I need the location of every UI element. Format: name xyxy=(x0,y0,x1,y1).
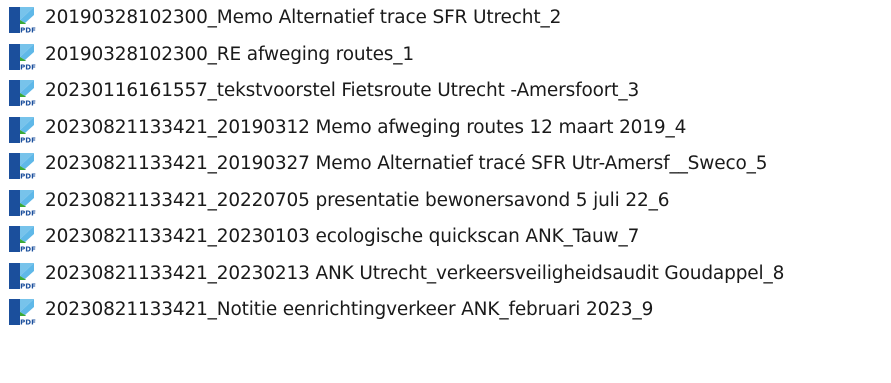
file-row[interactable]: PDF 20190328102300_RE afweging routes_1 xyxy=(0,37,891,73)
pdf-file-icon: PDF xyxy=(7,224,37,254)
file-row[interactable]: PDF 20230821133421_20230213 ANK Utrecht_v… xyxy=(0,256,891,292)
pdf-file-icon: PDF xyxy=(7,78,37,108)
pdf-file-icon: PDF xyxy=(7,151,37,181)
file-row[interactable]: PDF 20230116161557_tekstvoorstel Fietsrou… xyxy=(0,73,891,109)
file-list: PDF 20190328102300_Memo Alternatief trace… xyxy=(0,0,891,383)
file-row[interactable]: PDF 20230821133421_20190327 Memo Alternat… xyxy=(0,146,891,182)
svg-text:PDF: PDF xyxy=(20,318,36,326)
svg-text:PDF: PDF xyxy=(20,99,36,107)
svg-text:PDF: PDF xyxy=(20,172,36,180)
svg-text:PDF: PDF xyxy=(20,245,36,253)
file-name: 20230821133421_20230213 ANK Utrecht_verk… xyxy=(45,262,785,284)
svg-text:PDF: PDF xyxy=(20,26,36,34)
file-row[interactable]: PDF 20230821133421_20220705 presentatie b… xyxy=(0,183,891,219)
file-name: 20190328102300_RE afweging routes_1 xyxy=(45,43,415,65)
file-name: 20230821133421_20190312 Memo afweging ro… xyxy=(45,116,687,138)
svg-text:PDF: PDF xyxy=(20,63,36,71)
file-name: 20230821133421_20220705 presentatie bewo… xyxy=(45,189,670,211)
file-name: 20230821133421_20190327 Memo Alternatief… xyxy=(45,153,768,174)
file-row[interactable]: PDF 20190328102300_Memo Alternatief trace… xyxy=(0,0,891,36)
file-name: 20230821133421_20230103 ecologische quic… xyxy=(45,226,640,247)
pdf-file-icon: PDF xyxy=(7,297,37,327)
pdf-file-icon: PDF xyxy=(7,115,37,145)
svg-text:PDF: PDF xyxy=(20,209,36,217)
file-row[interactable]: PDF 20230821133421_20230103 ecologische q… xyxy=(0,219,891,255)
file-name: 20230821133421_Notitie eenrichtingverkee… xyxy=(45,299,654,320)
file-row[interactable]: PDF 20230821133421_Notitie eenrichtingver… xyxy=(0,292,891,328)
file-row[interactable]: PDF 20230821133421_20190312 Memo afweging… xyxy=(0,110,891,146)
pdf-file-icon: PDF xyxy=(7,188,37,218)
pdf-file-icon: PDF xyxy=(7,42,37,72)
pdf-file-icon: PDF xyxy=(7,261,37,291)
pdf-file-icon: PDF xyxy=(7,5,37,35)
file-name: 20230116161557_tekstvoorstel Fietsroute … xyxy=(45,80,640,101)
svg-text:PDF: PDF xyxy=(20,282,36,290)
file-name: 20190328102300_Memo Alternatief trace SF… xyxy=(45,7,562,28)
svg-text:PDF: PDF xyxy=(20,136,36,144)
